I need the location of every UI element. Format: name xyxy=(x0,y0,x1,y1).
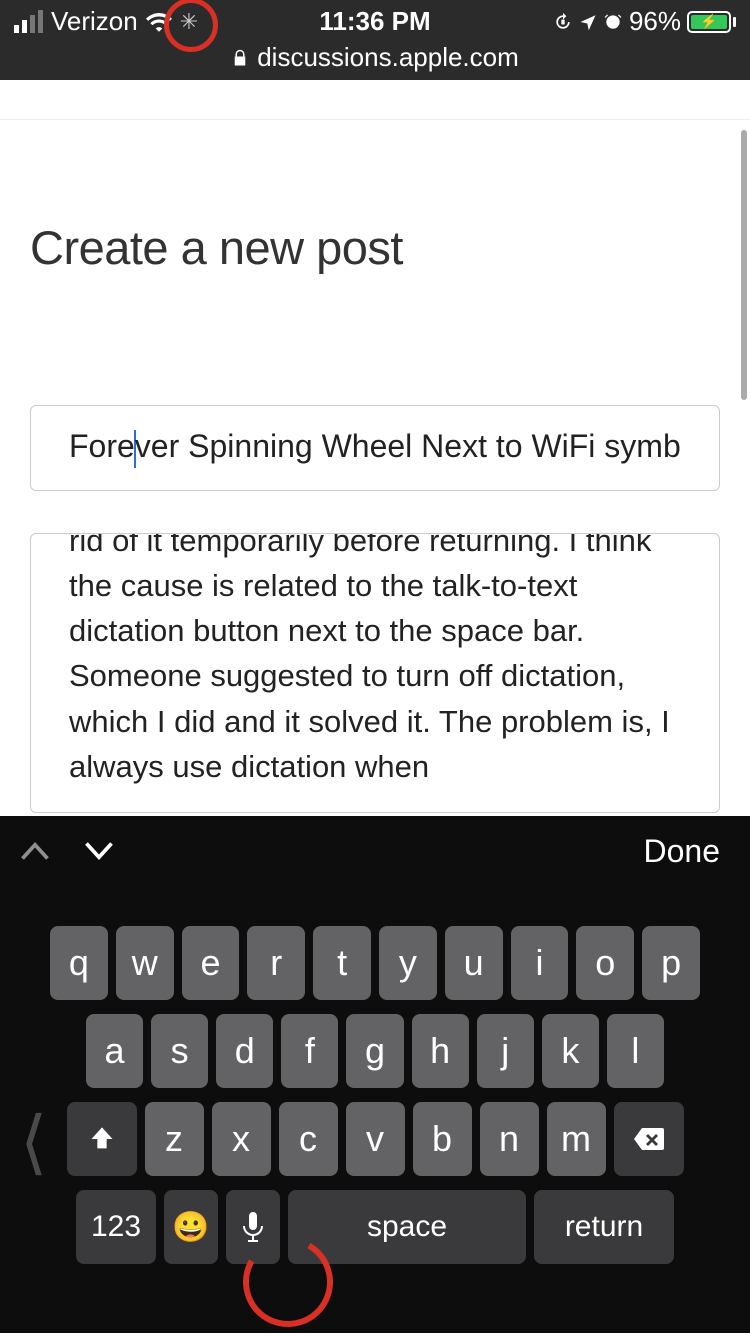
key-y[interactable]: y xyxy=(379,926,437,1000)
page-title: Create a new post xyxy=(30,220,720,275)
one-handed-grip-icon: ⟨ xyxy=(20,1101,47,1183)
ios-keyboard: Done q w e r t y u i o p a s d f g h j k… xyxy=(0,816,750,1333)
key-w[interactable]: w xyxy=(116,926,174,1000)
key-f[interactable]: f xyxy=(281,1014,338,1088)
wifi-icon xyxy=(146,12,172,32)
key-x[interactable]: x xyxy=(212,1102,271,1176)
keyboard-row-2: a s d f g h j k l xyxy=(8,1014,742,1088)
key-l[interactable]: l xyxy=(607,1014,664,1088)
battery-icon: ⚡ xyxy=(687,11,736,33)
alarm-icon xyxy=(603,12,623,32)
page-content: Create a new post Forever Spinning Wheel… xyxy=(0,80,750,816)
keyboard-row-3: z x c v b n m xyxy=(8,1102,742,1176)
top-spacer xyxy=(0,80,750,120)
key-b[interactable]: b xyxy=(413,1102,472,1176)
cellular-signal-icon xyxy=(14,10,43,33)
key-g[interactable]: g xyxy=(346,1014,403,1088)
keyboard-row-1: q w e r t y u i o p xyxy=(8,926,742,1000)
key-s[interactable]: s xyxy=(151,1014,208,1088)
dictation-key[interactable] xyxy=(226,1190,280,1264)
location-icon xyxy=(579,13,597,31)
key-a[interactable]: a xyxy=(86,1014,143,1088)
status-left: Verizon ✳︎ xyxy=(14,6,198,37)
title-text-before: Fore xyxy=(69,428,135,464)
shift-key[interactable] xyxy=(67,1102,137,1176)
space-key[interactable]: space xyxy=(288,1190,526,1264)
url-domain: discussions.apple.com xyxy=(257,42,519,73)
title-text-after: ver Spinning Wheel Next to WiFi symb xyxy=(135,428,681,464)
status-bar: Verizon ✳︎ 11:36 PM 96% ⚡ discussions.ap… xyxy=(0,0,750,80)
scroll-indicator[interactable] xyxy=(741,130,747,400)
keyboard-done-button[interactable]: Done xyxy=(644,833,721,870)
key-n[interactable]: n xyxy=(480,1102,539,1176)
key-v[interactable]: v xyxy=(346,1102,405,1176)
key-q[interactable]: q xyxy=(50,926,108,1000)
post-title-input[interactable]: Forever Spinning Wheel Next to WiFi symb xyxy=(30,405,720,491)
key-c[interactable]: c xyxy=(279,1102,338,1176)
key-i[interactable]: i xyxy=(511,926,569,1000)
key-k[interactable]: k xyxy=(542,1014,599,1088)
key-d[interactable]: d xyxy=(216,1014,273,1088)
key-r[interactable]: r xyxy=(247,926,305,1000)
keyboard-accessory-bar: Done xyxy=(0,816,750,886)
status-right: 96% ⚡ xyxy=(553,6,736,37)
battery-percent: 96% xyxy=(629,6,681,37)
key-u[interactable]: u xyxy=(445,926,503,1000)
key-h[interactable]: h xyxy=(412,1014,469,1088)
emoji-key[interactable]: 😀 xyxy=(164,1190,218,1264)
lock-icon xyxy=(231,48,249,68)
orientation-lock-icon xyxy=(553,12,573,32)
key-j[interactable]: j xyxy=(477,1014,534,1088)
spinner-icon: ✳︎ xyxy=(180,9,198,35)
return-key[interactable]: return xyxy=(534,1190,674,1264)
backspace-key[interactable] xyxy=(614,1102,684,1176)
key-z[interactable]: z xyxy=(145,1102,204,1176)
url-bar[interactable]: discussions.apple.com xyxy=(0,42,750,73)
key-t[interactable]: t xyxy=(313,926,371,1000)
key-e[interactable]: e xyxy=(182,926,240,1000)
numbers-key[interactable]: 123 xyxy=(76,1190,156,1264)
post-body-input[interactable]: rid of it temporarily before returning. … xyxy=(30,533,720,813)
carrier-label: Verizon xyxy=(51,6,138,37)
next-field-arrow-icon[interactable] xyxy=(84,841,114,861)
key-m[interactable]: m xyxy=(547,1102,606,1176)
prev-field-arrow-icon[interactable] xyxy=(20,841,50,861)
body-visible-text: rid of it temporarily before returning. … xyxy=(69,533,681,790)
key-o[interactable]: o xyxy=(576,926,634,1000)
keyboard-row-4: 123 😀 space return xyxy=(8,1190,742,1264)
key-p[interactable]: p xyxy=(642,926,700,1000)
